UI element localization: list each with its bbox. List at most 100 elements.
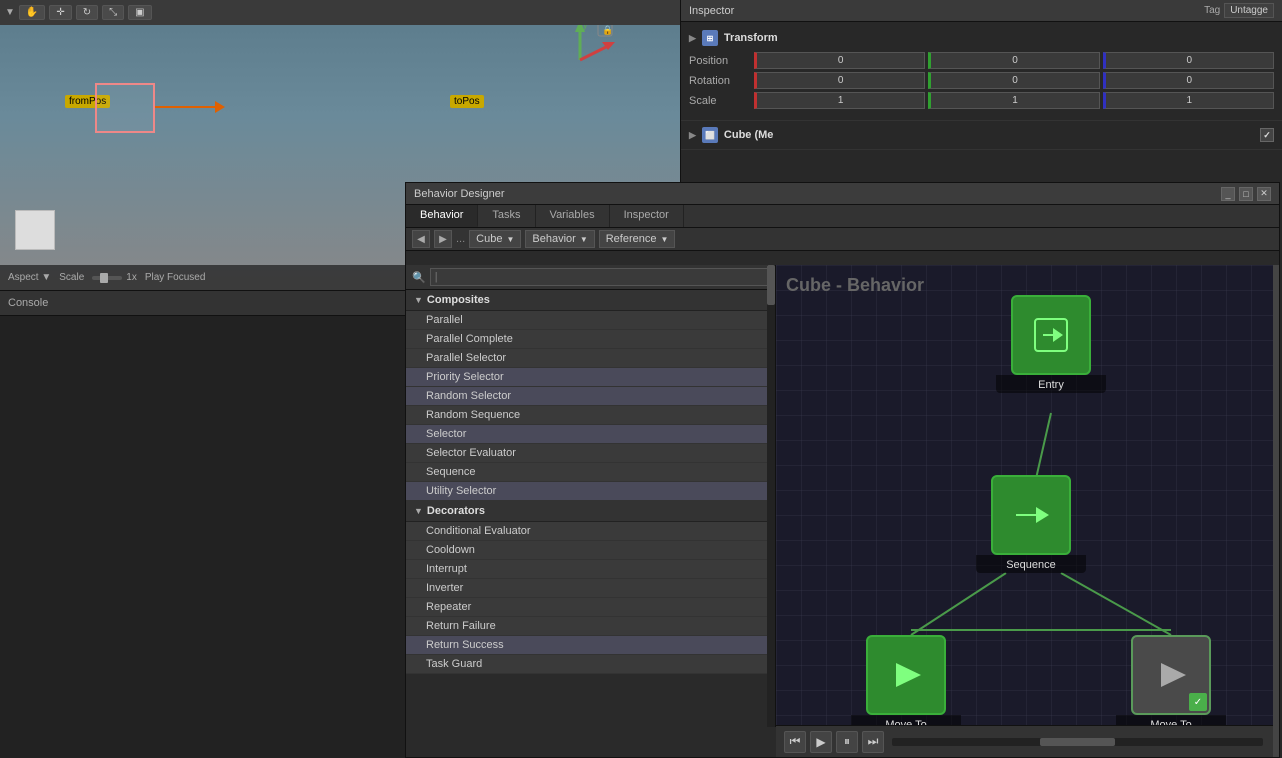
maximize-btn[interactable]: □ [1239, 187, 1253, 201]
tag-label: Tag [1204, 5, 1220, 16]
play-btn[interactable]: ▶ [810, 731, 832, 753]
task-parallel-complete[interactable]: Parallel Complete [406, 330, 775, 349]
tab-inspector[interactable]: Inspector [610, 205, 684, 227]
behavior-designer-title: Behavior Designer [414, 188, 505, 200]
rotate-tool-btn[interactable]: ↻ [76, 5, 98, 20]
task-parallel-selector[interactable]: Parallel Selector [406, 349, 775, 368]
tab-variables[interactable]: Variables [536, 205, 610, 227]
tag-value[interactable]: Untagge [1224, 3, 1274, 18]
minimize-btn[interactable]: _ [1221, 187, 1235, 201]
expand-transform-arrow[interactable]: ▶ [689, 33, 696, 44]
task-utility-selector[interactable]: Utility Selector [406, 482, 775, 501]
scale-row: Scale [689, 92, 1274, 109]
node-sequence[interactable]: Sequence [976, 475, 1086, 573]
cube-component-checkbox[interactable]: ✓ [1260, 128, 1274, 142]
task-return-failure[interactable]: Return Failure [406, 617, 775, 636]
nav-forward-btn[interactable]: ▶ [434, 230, 452, 248]
task-inverter[interactable]: Inverter [406, 579, 775, 598]
task-priority-selector[interactable]: Priority Selector [406, 368, 775, 387]
search-input[interactable] [430, 268, 769, 286]
rotation-z[interactable] [1103, 72, 1274, 89]
scale-x[interactable] [754, 92, 925, 109]
task-conditional-evaluator[interactable]: Conditional Evaluator [406, 522, 775, 541]
entry-node-icon [1011, 295, 1091, 375]
task-selector-evaluator[interactable]: Selector Evaluator [406, 444, 775, 463]
tab-behavior[interactable]: Behavior [406, 205, 478, 227]
scale-tool-btn[interactable]: ⤡ [102, 5, 124, 20]
inspector-tag-area: Tag Untagge [1204, 3, 1274, 18]
aspect-label[interactable]: Aspect ▼ [8, 272, 51, 283]
nav-back-btn[interactable]: ◀ [412, 230, 430, 248]
node-moveto2[interactable]: ✓ Move To [1116, 635, 1226, 733]
position-x[interactable] [754, 52, 925, 69]
play-focused-btn[interactable]: Play Focused [145, 272, 206, 283]
nav-reference-dropdown[interactable]: Reference ▼ [599, 230, 676, 248]
transform-section: ▶ ⊞ Transform Position Rotation Scale [681, 22, 1282, 121]
step-btn[interactable]: ⏭ [862, 731, 884, 753]
scale-z[interactable] [1103, 92, 1274, 109]
transform-header: ▶ ⊞ Transform [689, 30, 1274, 46]
task-random-selector[interactable]: Random Selector [406, 387, 775, 406]
nav-object-dropdown[interactable]: Cube ▼ [469, 230, 521, 248]
rewind-btn[interactable]: ⏮ [784, 731, 806, 753]
play-controls: ⏮ ▶ ⏸ ⏭ [776, 725, 1279, 757]
task-task-guard[interactable]: Task Guard [406, 655, 775, 674]
gizmo-container: y 🔒 [540, 20, 620, 103]
behavior-graph[interactable]: Cube - Behavior Entry [776, 265, 1279, 757]
task-sequence[interactable]: Sequence [406, 463, 775, 482]
search-bar: 🔍 [406, 265, 775, 290]
task-repeater[interactable]: Repeater [406, 598, 775, 617]
nav-behavior-label: Behavior [532, 233, 575, 245]
move-tool-btn[interactable]: ✛ [49, 5, 71, 20]
graph-scrollbar-thumb [1040, 738, 1114, 746]
scale-y[interactable] [928, 92, 1099, 109]
graph-resize-handle[interactable] [1273, 265, 1279, 757]
decorators-arrow: ▼ [414, 506, 423, 516]
transform-label: Transform [724, 32, 778, 44]
node-moveto1[interactable]: Move To [851, 635, 961, 733]
transform-tool-btn[interactable]: ▣ [128, 5, 151, 20]
behavior-title-bar: Behavior Designer _ □ ✕ [406, 183, 1279, 205]
scene-cube-object [95, 83, 155, 133]
position-y[interactable] [928, 52, 1099, 69]
nav-object-label: Cube [476, 233, 502, 245]
task-interrupt[interactable]: Interrupt [406, 560, 775, 579]
tab-tasks[interactable]: Tasks [478, 205, 535, 227]
nav-behavior-dropdown[interactable]: Behavior ▼ [525, 230, 594, 248]
task-list-scrollbar-thumb [767, 265, 775, 305]
inspector-title: Inspector [689, 5, 734, 17]
nav-object-arrow: ▼ [506, 235, 514, 244]
rotation-label: Rotation [689, 75, 754, 87]
rotation-x[interactable] [754, 72, 925, 89]
scene-toolbar-label: ▼ [5, 7, 15, 18]
close-btn[interactable]: ✕ [1257, 187, 1271, 201]
task-parallel[interactable]: Parallel [406, 311, 775, 330]
play-buttons: ⏮ ▶ ⏸ ⏭ [784, 731, 884, 753]
node-entry[interactable]: Entry [996, 295, 1106, 393]
task-cooldown[interactable]: Cooldown [406, 541, 775, 560]
hand-tool-btn[interactable]: ✋ [19, 5, 45, 20]
task-list-scrollbar[interactable] [767, 265, 775, 727]
task-return-success[interactable]: Return Success [406, 636, 775, 655]
position-label: Position [689, 55, 754, 67]
task-selector[interactable]: Selector [406, 425, 775, 444]
inspector-header: Inspector Tag Untagge [681, 0, 1282, 22]
scale-slider[interactable]: 1x [92, 272, 137, 283]
graph-horizontal-scrollbar[interactable] [892, 738, 1263, 746]
nav-ellipsis: ... [456, 233, 465, 245]
behavior-tabs: Behavior Tasks Variables Inspector [406, 205, 1279, 228]
scene-arrow [155, 103, 225, 111]
expand-cube-arrow[interactable]: ▶ [689, 130, 696, 141]
decorators-category[interactable]: ▼ Decorators [406, 501, 775, 522]
task-list-panel: 🔍 ▼ Composites Parallel Parallel Complet… [406, 265, 776, 727]
position-z[interactable] [1103, 52, 1274, 69]
composites-category[interactable]: ▼ Composites [406, 290, 775, 311]
decorators-label: Decorators [427, 505, 485, 517]
task-random-sequence[interactable]: Random Sequence [406, 406, 775, 425]
transform-icon: ⊞ [702, 30, 718, 46]
rotation-y[interactable] [928, 72, 1099, 89]
scale-label: Scale [59, 272, 84, 283]
nav-reference-arrow: ▼ [661, 235, 669, 244]
sequence-node-label: Sequence [976, 555, 1086, 573]
pause-btn[interactable]: ⏸ [836, 731, 858, 753]
